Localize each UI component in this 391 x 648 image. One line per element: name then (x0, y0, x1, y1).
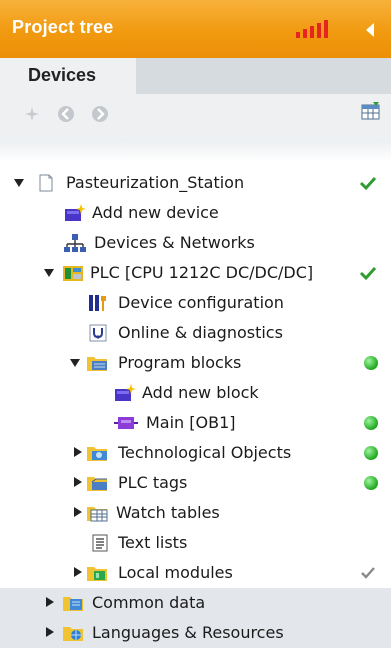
tree-label: PLC [CPU 1212C DC/DC/DC] (90, 263, 314, 282)
tree-row-plc[interactable]: PLC [CPU 1212C DC/DC/DC] (0, 258, 391, 288)
tree-row-plc-tags[interactable]: PLC tags (0, 468, 391, 498)
text-list-icon (90, 533, 110, 553)
panel-grip-icon[interactable] (296, 20, 342, 38)
collapsed-arrow-icon[interactable] (46, 597, 54, 607)
device-configuration-icon (88, 293, 108, 313)
tree-label: Program blocks (118, 353, 242, 372)
collapsed-arrow-icon[interactable] (74, 507, 82, 517)
collapsed-arrow-icon[interactable] (74, 447, 82, 457)
panel-title: Project tree (12, 17, 114, 37)
tree-row-add-new-device[interactable]: Add new device (0, 198, 391, 228)
tree-label: PLC tags (118, 473, 188, 492)
collapse-panel-icon[interactable] (358, 20, 382, 40)
ok-status-dot (364, 416, 378, 430)
check-green-icon (359, 264, 377, 282)
back-icon[interactable] (56, 104, 76, 124)
tree-label: Text lists (118, 533, 188, 552)
collapsed-arrow-icon[interactable] (74, 567, 82, 577)
tree-label: Languages & Resources (92, 623, 284, 642)
tree-row-program-blocks[interactable]: Program blocks (0, 348, 391, 378)
tree-label: Add new device (92, 203, 219, 222)
check-gray-icon (359, 564, 377, 582)
tree-label: Main [OB1] (146, 413, 236, 432)
add-new-device-icon (64, 203, 86, 223)
tree-row-main-ob1[interactable]: Main [OB1] (0, 408, 391, 438)
expanded-arrow-icon[interactable] (44, 269, 54, 277)
folder-icon (86, 473, 107, 493)
tree-label: Watch tables (116, 503, 220, 522)
folder-icon (62, 593, 83, 613)
tree-label: Common data (92, 593, 206, 612)
check-green-icon (359, 174, 377, 192)
expanded-arrow-icon[interactable] (14, 179, 24, 187)
tree-label: Pasteurization_Station (66, 173, 245, 192)
tree-label: Add new block (142, 383, 259, 402)
folder-icon (86, 353, 107, 373)
folder-icon (86, 563, 107, 583)
collapsed-arrow-icon[interactable] (46, 627, 54, 637)
devices-networks-icon (64, 233, 86, 253)
tree-row-watch-tables[interactable]: Watch tables (0, 498, 391, 528)
tree-row-devices-networks[interactable]: Devices & Networks (0, 228, 391, 258)
tree-row-online-diagnostics[interactable]: Online & diagnostics (0, 318, 391, 348)
ok-status-dot (364, 446, 378, 460)
tree-label: Technological Objects (118, 443, 292, 462)
project-icon (36, 173, 56, 193)
tree-label: Local modules (118, 563, 233, 582)
folder-icon (86, 443, 107, 463)
tree-row-add-new-block[interactable]: Add new block (0, 378, 391, 408)
tab-devices-label: Devices (28, 65, 97, 85)
new-item-icon[interactable] (22, 104, 42, 124)
forward-icon[interactable] (90, 104, 110, 124)
plc-icon (62, 263, 83, 283)
collapsed-arrow-icon[interactable] (74, 477, 82, 487)
online-diagnostics-icon (88, 323, 108, 343)
add-new-block-icon (114, 383, 136, 403)
expanded-arrow-icon[interactable] (70, 359, 80, 367)
table-view-icon[interactable] (360, 100, 380, 120)
folder-icon (62, 623, 83, 643)
tree-row-technological-objects[interactable]: Technological Objects (0, 438, 391, 468)
tree-label: Devices & Networks (94, 233, 255, 252)
tree-row-languages-resources[interactable]: Languages & Resources (0, 618, 391, 648)
tree-label: Device configuration (118, 293, 284, 312)
ok-status-dot (364, 476, 378, 490)
ok-status-dot (364, 356, 378, 370)
tree-row-local-modules[interactable]: Local modules (0, 558, 391, 588)
tree-row-text-lists[interactable]: Text lists (0, 528, 391, 558)
tree-row-device-configuration[interactable]: Device configuration (0, 288, 391, 318)
ob-block-icon (114, 413, 138, 433)
tree-header-band (0, 140, 391, 162)
tree-row-common-data[interactable]: Common data (0, 588, 391, 618)
tree-label: Online & diagnostics (118, 323, 283, 342)
tree-row-project[interactable]: Pasteurization_Station (0, 168, 391, 198)
watch-table-icon (86, 503, 108, 523)
